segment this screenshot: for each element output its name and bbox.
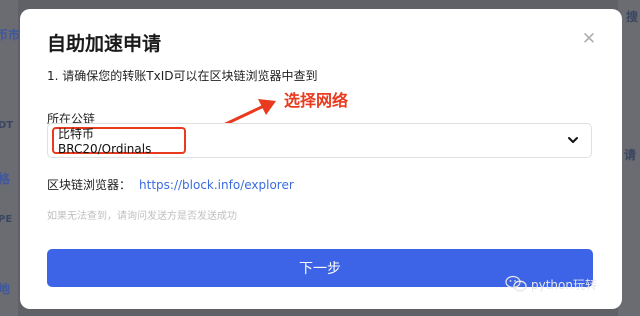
background-fragment: 格 (0, 172, 11, 186)
background-fragment: 地 (0, 282, 11, 296)
background-fragment: 币市 (0, 28, 21, 42)
explorer-row: 区块链浏览器： https://block.info/explorer (47, 176, 294, 193)
annotation-label: 选择网络 (284, 91, 349, 110)
explorer-label: 区块链浏览器： (47, 178, 132, 192)
acceleration-request-modal: 自助加速申请 ✕ 1. 请确保您的转账TxID可以在区块链浏览器中查到 选择网络… (20, 9, 622, 309)
background-fragment: DT (0, 120, 14, 131)
chain-select-value: 比特币 BRC20/Ordinals (52, 127, 186, 156)
modal-title: 自助加速申请 (47, 33, 162, 55)
watermark: python玩转 (505, 275, 597, 293)
wechat-icon (505, 275, 527, 292)
chain-select[interactable]: 比特币 BRC20/Ordinals (47, 123, 592, 158)
hint-text: 如果无法查到，请询问发送方是否发送成功 (47, 211, 237, 222)
background-left-panel (0, 0, 18, 316)
close-icon[interactable]: ✕ (581, 31, 597, 48)
explorer-link[interactable]: https://block.info/explorer (139, 178, 294, 192)
chevron-down-icon (568, 137, 578, 143)
txid-tip: 1. 请确保您的转账TxID可以在区块链浏览器中查到 (47, 69, 318, 83)
watermark-text: python玩转 (531, 277, 597, 292)
background-fragment: 请 (624, 148, 637, 162)
background-fragment: PE (0, 214, 13, 225)
background-fragment: 搜 (626, 10, 639, 24)
